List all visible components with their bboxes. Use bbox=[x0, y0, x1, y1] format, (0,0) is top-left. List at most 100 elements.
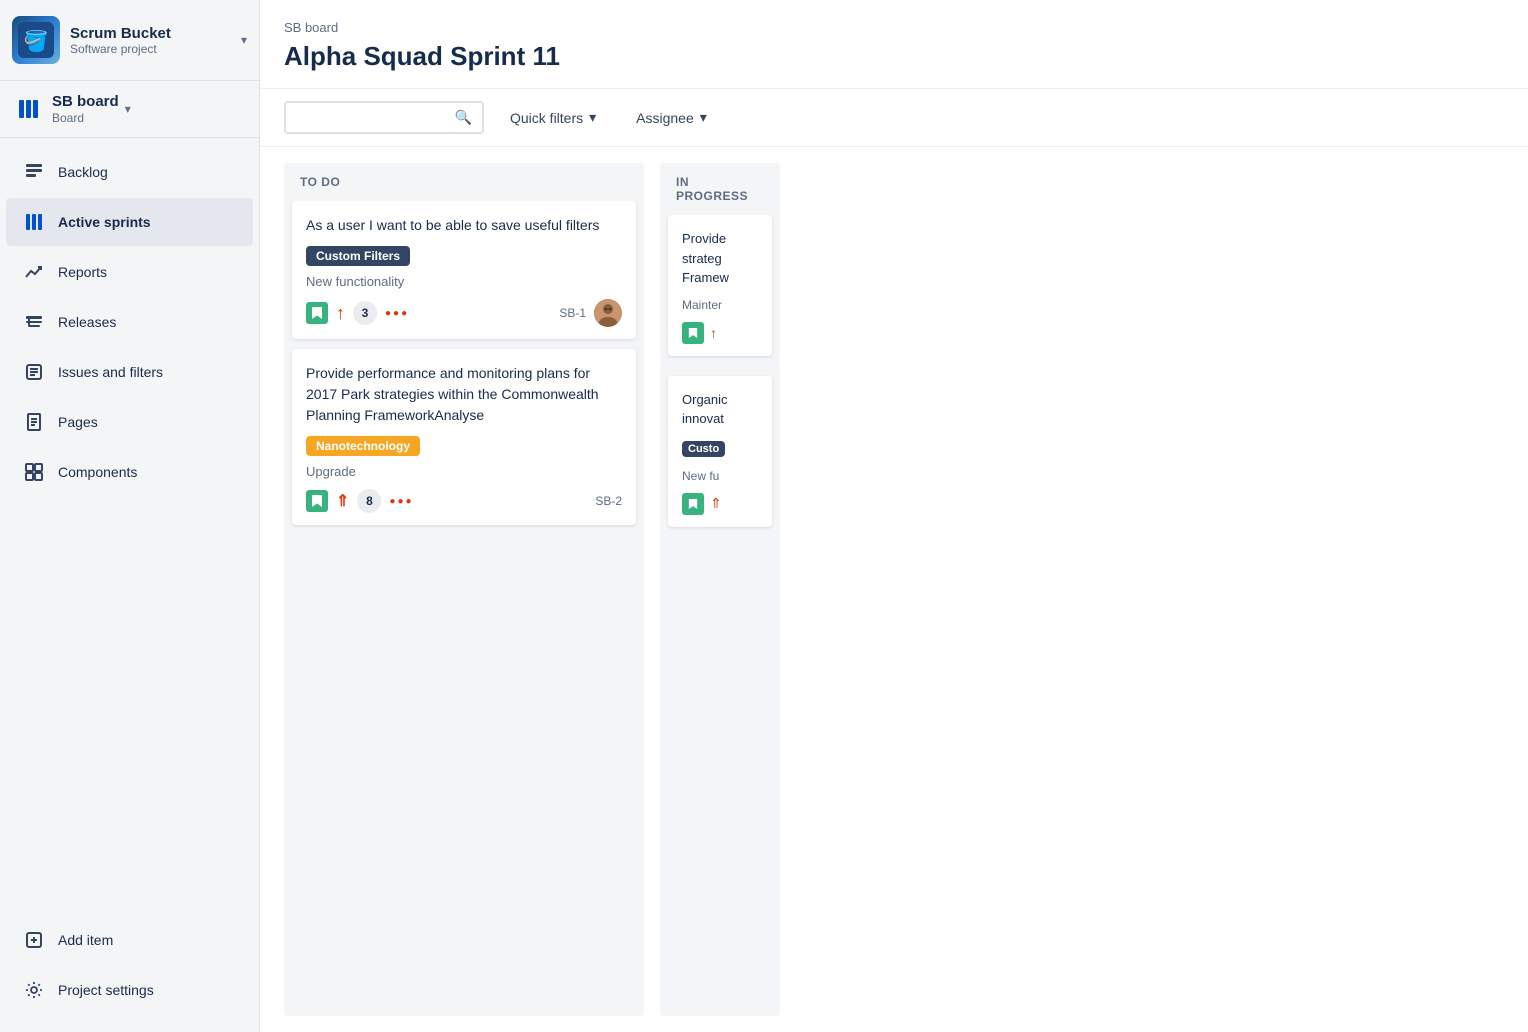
quick-filters-chevron-icon: ▾ bbox=[589, 109, 596, 126]
board-dropdown-icon: ▾ bbox=[125, 102, 131, 116]
card-sb4[interactable]: Organicinnovat Custo New fu ⇑ bbox=[668, 376, 772, 527]
column-cards-todo: As a user I want to be able to save usef… bbox=[284, 201, 644, 1016]
sidebar-item-label-active-sprints: Active sprints bbox=[58, 214, 151, 230]
card-footer-sb2: ⇑ 8 ●●● SB-2 bbox=[306, 489, 622, 513]
card-footer-left-sb1: ↑ 3 ●●● bbox=[306, 301, 409, 325]
main-header: SB board Alpha Squad Sprint 11 bbox=[260, 0, 1528, 89]
sidebar-item-label-issues: Issues and filters bbox=[58, 364, 163, 380]
sidebar-nav: Backlog Active sprints Reports bbox=[0, 138, 259, 906]
priority-icon-sb2: ⇑ bbox=[336, 491, 349, 511]
sidebar-item-label-add-item: Add item bbox=[58, 932, 113, 948]
board-header[interactable]: SB board Board ▾ bbox=[0, 81, 259, 138]
card-sb3[interactable]: ProvidestrategFramew Mainter ↑ bbox=[668, 215, 772, 356]
quick-filters-button[interactable]: Quick filters ▾ bbox=[496, 102, 610, 133]
search-icon: 🔍 bbox=[455, 109, 472, 126]
sidebar-item-label-pages: Pages bbox=[58, 414, 98, 430]
assignee-label: Assignee bbox=[636, 110, 694, 126]
sidebar-item-active-sprints[interactable]: Active sprints bbox=[6, 198, 253, 246]
board-icon bbox=[14, 95, 42, 123]
pages-icon bbox=[20, 408, 48, 436]
sidebar-item-issues-filters[interactable]: Issues and filters bbox=[6, 348, 253, 396]
page-title: Alpha Squad Sprint 11 bbox=[284, 41, 1504, 72]
board-label: SB board bbox=[52, 93, 119, 110]
sidebar-item-releases[interactable]: Releases bbox=[6, 298, 253, 346]
settings-icon bbox=[20, 976, 48, 1004]
quick-filters-label: Quick filters bbox=[510, 110, 583, 126]
search-box[interactable]: 🔍 bbox=[284, 101, 484, 134]
sidebar: 🪣 Scrum Bucket Software project ▾ SB boa… bbox=[0, 0, 260, 1032]
issues-icon bbox=[20, 358, 48, 386]
project-dropdown-icon: ▾ bbox=[241, 33, 247, 47]
column-label-todo: TO DO bbox=[300, 175, 340, 189]
project-header[interactable]: 🪣 Scrum Bucket Software project ▾ bbox=[0, 0, 259, 81]
card-footer-sb1: ↑ 3 ●●● SB-1 bbox=[306, 299, 622, 327]
card-tag-sb4: Custo bbox=[682, 441, 725, 457]
card-footer-left-sb2: ⇑ 8 ●●● bbox=[306, 489, 414, 513]
column-in-progress: IN PROGRESS ProvidestrategFramew Mainter… bbox=[660, 163, 780, 1016]
sidebar-item-label-backlog: Backlog bbox=[58, 164, 108, 180]
card-title-sb2: Provide performance and monitoring plans… bbox=[306, 363, 622, 426]
sidebar-item-reports[interactable]: Reports bbox=[6, 248, 253, 296]
main-content: SB board Alpha Squad Sprint 11 🔍 Quick f… bbox=[260, 0, 1528, 1032]
breadcrumb: SB board bbox=[284, 20, 1504, 35]
dots-sb2: ●●● bbox=[389, 496, 413, 507]
sidebar-footer: Add item Project settings bbox=[0, 906, 259, 1032]
card-category-sb2: Upgrade bbox=[306, 464, 622, 479]
card-tag-sb2: Nanotechnology bbox=[306, 436, 420, 456]
svg-text:🪣: 🪣 bbox=[24, 29, 49, 53]
column-cards-inprogress: ProvidestrategFramew Mainter ↑ Organicin… bbox=[660, 215, 780, 1016]
sidebar-item-add-item[interactable]: Add item bbox=[6, 916, 253, 964]
bookmark-icon-sb1 bbox=[306, 302, 328, 324]
story-points-sb2: 8 bbox=[357, 489, 381, 513]
dots-sb1: ●●● bbox=[385, 308, 409, 319]
card-footer-right-sb1: SB-1 bbox=[559, 299, 622, 327]
card-category-sb4: New fu bbox=[682, 469, 758, 483]
avatar-sb1 bbox=[594, 299, 622, 327]
card-sb1[interactable]: As a user I want to be able to save usef… bbox=[292, 201, 636, 339]
card-tag-sb1: Custom Filters bbox=[306, 246, 410, 266]
project-avatar: 🪣 bbox=[12, 16, 60, 64]
card-footer-left-sb3: ↑ bbox=[682, 322, 758, 344]
priority-icon-sb1: ↑ bbox=[336, 303, 345, 324]
assignee-button[interactable]: Assignee ▾ bbox=[622, 102, 721, 133]
issue-id-sb2: SB-2 bbox=[595, 494, 622, 508]
sidebar-item-components[interactable]: Components bbox=[6, 448, 253, 496]
avatar-image-sb1 bbox=[594, 299, 622, 327]
active-sprints-icon bbox=[20, 208, 48, 236]
card-title-sb4: Organicinnovat bbox=[682, 390, 758, 429]
sidebar-item-label-settings: Project settings bbox=[58, 982, 154, 998]
sidebar-item-project-settings[interactable]: Project settings bbox=[6, 966, 253, 1014]
board-label-group: SB board Board bbox=[52, 93, 119, 125]
column-label-inprogress: IN PROGRESS bbox=[676, 175, 748, 203]
sidebar-item-pages[interactable]: Pages bbox=[6, 398, 253, 446]
project-info: Scrum Bucket Software project bbox=[70, 25, 235, 56]
column-header-inprogress: IN PROGRESS bbox=[660, 163, 780, 215]
add-item-icon bbox=[20, 926, 48, 954]
priority-icon-sb4: ⇑ bbox=[710, 495, 722, 512]
card-category-sb3: Mainter bbox=[682, 298, 758, 312]
column-todo: TO DO As a user I want to be able to sav… bbox=[284, 163, 644, 1016]
bookmark-icon-sb2 bbox=[306, 490, 328, 512]
releases-icon bbox=[20, 308, 48, 336]
board-sublabel: Board bbox=[52, 111, 119, 125]
reports-icon bbox=[20, 258, 48, 286]
project-avatar-image: 🪣 bbox=[18, 22, 54, 58]
project-name: Scrum Bucket bbox=[70, 25, 235, 42]
sidebar-item-label-reports: Reports bbox=[58, 264, 107, 280]
story-points-sb1: 3 bbox=[353, 301, 377, 325]
card-title-sb3: ProvidestrategFramew bbox=[682, 229, 758, 288]
sidebar-item-label-components: Components bbox=[58, 464, 137, 480]
sidebar-item-label-releases: Releases bbox=[58, 314, 116, 330]
card-sb2[interactable]: Provide performance and monitoring plans… bbox=[292, 349, 636, 525]
card-footer-right-sb2: SB-2 bbox=[595, 494, 622, 508]
card-category-sb1: New functionality bbox=[306, 274, 622, 289]
search-input[interactable] bbox=[296, 110, 451, 126]
issue-id-sb1: SB-1 bbox=[559, 306, 586, 320]
assignee-chevron-icon: ▾ bbox=[700, 109, 707, 126]
board: TO DO As a user I want to be able to sav… bbox=[260, 147, 1528, 1032]
card-footer-left-sb4: ⇑ bbox=[682, 493, 758, 515]
bookmark-icon-sb4 bbox=[682, 493, 704, 515]
priority-icon-sb3: ↑ bbox=[710, 325, 717, 341]
project-type: Software project bbox=[70, 42, 235, 56]
sidebar-item-backlog[interactable]: Backlog bbox=[6, 148, 253, 196]
